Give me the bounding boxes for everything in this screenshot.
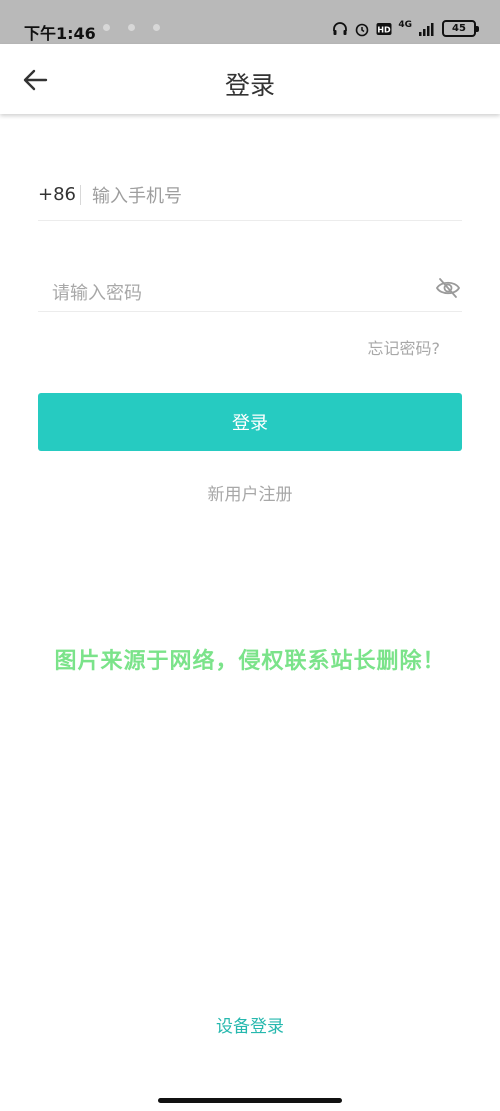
page-title: 登录 bbox=[224, 71, 275, 100]
login-button[interactable]: 登录 bbox=[38, 393, 462, 451]
signal-icon bbox=[419, 22, 434, 36]
phone-field-row: +86 bbox=[38, 170, 462, 221]
notification-dot-icon bbox=[128, 24, 135, 31]
password-input[interactable] bbox=[52, 279, 412, 307]
svg-text:HD: HD bbox=[378, 25, 392, 34]
register-link[interactable]: 新用户注册 bbox=[0, 480, 500, 505]
eye-off-icon bbox=[435, 278, 461, 298]
password-field-row bbox=[38, 265, 462, 312]
status-bar: 下午1:46 HD 4G 45 bbox=[0, 0, 500, 44]
home-indicator[interactable] bbox=[158, 1098, 342, 1103]
notification-icons bbox=[103, 24, 160, 31]
status-indicators: HD 4G 45 bbox=[332, 20, 479, 37]
notification-dot-icon bbox=[103, 24, 110, 31]
hd-icon: HD bbox=[376, 22, 392, 35]
battery-indicator: 45 bbox=[442, 20, 479, 37]
forgot-password-link[interactable]: 忘记密码? bbox=[368, 335, 441, 359]
toggle-password-visibility-button[interactable] bbox=[434, 274, 462, 302]
phone-input[interactable] bbox=[92, 182, 442, 210]
divider bbox=[80, 185, 81, 205]
country-code[interactable]: +86 bbox=[38, 184, 76, 205]
notification-dot-icon bbox=[153, 24, 160, 31]
alarm-icon bbox=[356, 23, 369, 36]
device-login-link[interactable]: 设备登录 bbox=[0, 1012, 500, 1037]
status-time: 下午1:46 bbox=[24, 24, 96, 43]
headphones-icon bbox=[333, 21, 348, 35]
header-bar: 登录 bbox=[0, 44, 500, 114]
network-type: 4G bbox=[398, 20, 412, 30]
watermark-text: 图片来源于网络，侵权联系站长删除！ bbox=[54, 649, 446, 674]
